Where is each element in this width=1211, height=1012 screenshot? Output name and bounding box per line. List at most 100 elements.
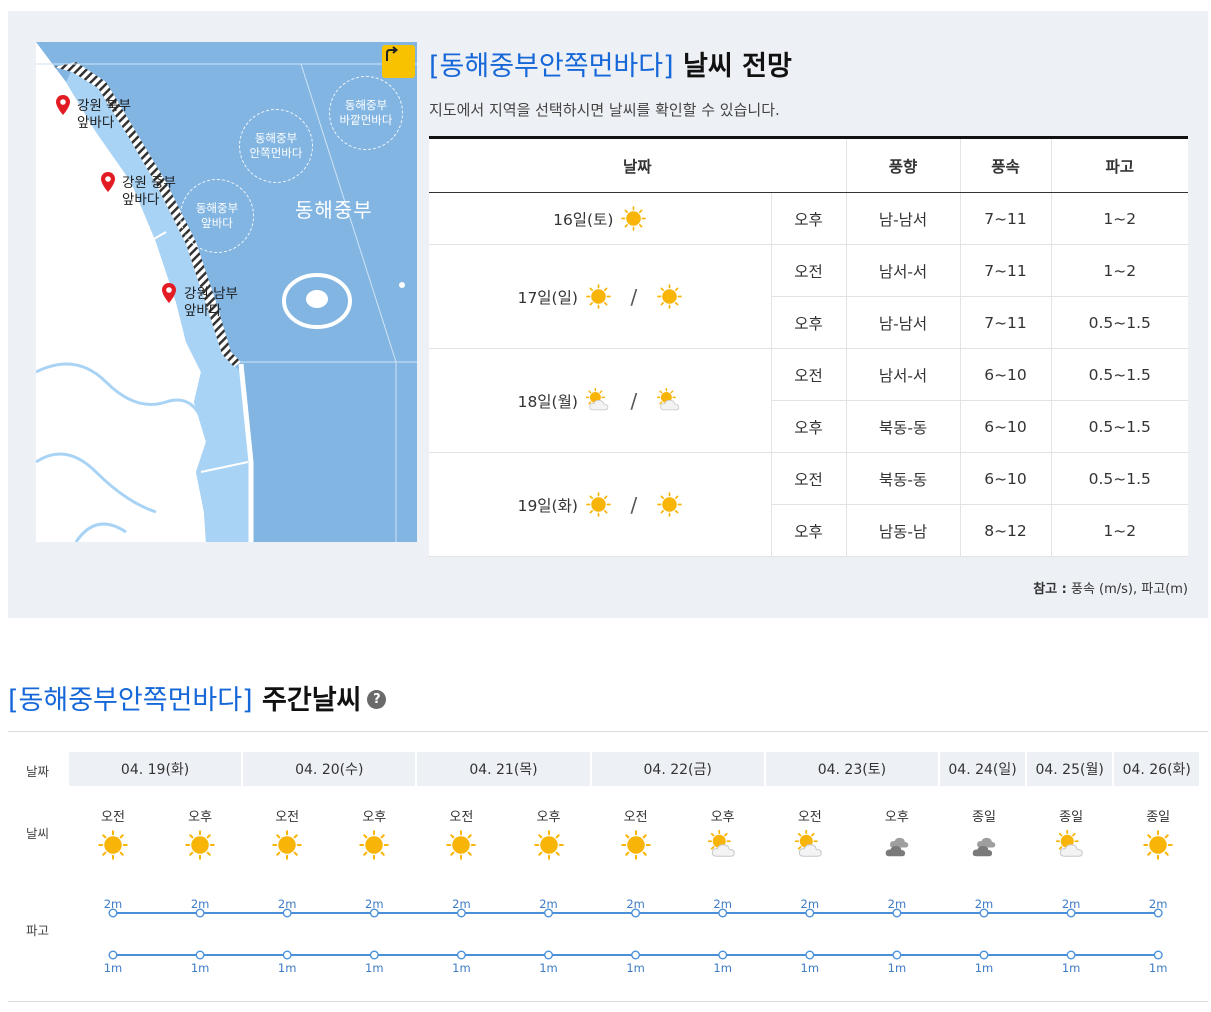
forecast-wind-speed: 7~11 (959, 296, 1051, 349)
wave-max-label: 2m (626, 897, 645, 911)
weekly-weather-slot: 오전 (785, 806, 835, 860)
weekly-icon-wrap (611, 830, 661, 860)
location-pin-icon[interactable] (162, 283, 176, 303)
weekly-date-header: 04. 26(화) (1114, 752, 1200, 786)
wave-max-label: 2m (190, 897, 210, 911)
forecast-wind-speed: 8~12 (959, 504, 1051, 557)
wave-point (718, 950, 728, 960)
unit-note: 참고 : 풍속 (m/s), 파고(m) (0, 578, 1188, 597)
zone-label-line1: 동해중부 (344, 98, 388, 112)
zone-outer-far-sea[interactable]: 동해중부 바깥먼바다 (329, 76, 403, 150)
location-pin-icon[interactable] (56, 95, 70, 115)
wave-min-label: 1m (800, 961, 820, 975)
header-wind-speed: 풍속 (959, 137, 1051, 193)
map-refresh-button[interactable] (382, 45, 415, 78)
icon-separator: / (630, 388, 638, 413)
forecast-date-group: 18일(월) / (518, 388, 682, 413)
weekly-weather-slot: 종일 (1133, 806, 1183, 860)
map-label-gangwon-north[interactable]: 강원 북부 앞바다 (77, 98, 131, 132)
note-text: 풍속 (m/s), 파고(m) (1066, 582, 1188, 597)
wave-point (979, 950, 989, 960)
weekly-period: 오후 (362, 810, 387, 825)
weekly-icon-wrap (1046, 830, 1096, 860)
sunny-icon (359, 830, 390, 860)
weekly-weather-slot: 오전 (262, 806, 312, 860)
forecast-wind-speed: 6~10 (959, 400, 1051, 453)
sunny-icon (1143, 830, 1173, 860)
wave-point (892, 950, 902, 960)
weekly-date-header: 04. 24(일) (940, 752, 1026, 786)
wave-max-label: 2m (365, 897, 384, 911)
forecast-period: 오전 (770, 452, 846, 505)
wave-point (631, 950, 641, 960)
wave-point (805, 950, 815, 960)
sunny-icon (272, 830, 302, 860)
forecast-wind-direction: 남-남서 (845, 296, 960, 349)
forecast-date-group: 17일(일) / (518, 284, 682, 309)
wave-max-label: 2m (974, 897, 994, 911)
map-label-line1: 강원 북부 (77, 98, 131, 114)
forecast-period: 오후 (770, 504, 846, 557)
forecast-table-body: 16일(토) 오후 남-남서 7~11 1~2 17일(일) / 오전 남서-서 7~11 1~2 오… (429, 192, 1188, 557)
weekly-weather-slot: 오전 (611, 806, 661, 860)
header-wave-height: 파고 (1050, 137, 1188, 193)
weekly-icon-wrap (349, 830, 399, 860)
weekly-period: 오후 (536, 810, 561, 825)
weekly-icon-wrap (959, 830, 1009, 860)
weekly-date-header: 04. 20(수) (243, 752, 416, 786)
wave-max-label: 2m (277, 897, 297, 911)
forecast-date: 19일(화) (517, 496, 578, 515)
partly-cloudy-icon (656, 388, 680, 411)
forecast-period: 오후 (770, 296, 846, 349)
weekly-weather-slot: 종일 (959, 806, 1009, 860)
zone-inner-far-sea[interactable]: 동해중부 안쪽먼바다 (239, 109, 313, 183)
forecast-date-group: 16일(토) (553, 206, 647, 231)
wave-max-label: 2m (539, 897, 558, 911)
sunny-icon (657, 284, 682, 309)
wave-point (108, 950, 118, 960)
help-icon[interactable]: ? (367, 690, 387, 709)
sea-area-map[interactable]: 동해중부 동해중부 바깥먼바다 동해중부 안쪽먼바다 동해중부 앞바다 강원 북부 앞바… (36, 42, 417, 542)
forecast-wind-direction: 북동-동 (845, 452, 960, 505)
location-pin-icon[interactable] (101, 172, 115, 192)
header-date: 날짜 (429, 137, 846, 193)
weekly-period: 종일 (1146, 810, 1171, 825)
wave-min-label: 1m (539, 961, 558, 975)
weekly-title: [동해중부안쪽먼바다] 주간날씨? (8, 678, 387, 717)
wave-min-label: 1m (1061, 961, 1081, 975)
map-label-gangwon-south[interactable]: 강원 남부 앞바다 (184, 286, 238, 320)
sunny-icon (657, 492, 682, 517)
forecast-wind-speed: 6~10 (959, 348, 1051, 401)
weekly-period: 오전 (101, 810, 125, 825)
forecast-wave-height: 0.5~1.5 (1050, 400, 1188, 453)
sunny-icon (620, 830, 651, 860)
wave-point (456, 950, 466, 960)
wave-point (282, 950, 292, 960)
weekly-weather-slot: 오후 (175, 806, 225, 860)
zone-label-line2: 앞바다 (201, 216, 233, 230)
weekly-period: 오후 (710, 810, 735, 825)
sunny-icon (586, 284, 611, 309)
zone-coastal-sea[interactable]: 동해중부 앞바다 (180, 179, 254, 253)
wave-max-label: 2m (1148, 897, 1168, 911)
weekly-weather-slot: 오후 (349, 806, 399, 860)
weekly-icon-wrap (1133, 830, 1183, 860)
forecast-wind-speed: 7~11 (959, 192, 1051, 245)
forecast-wind-speed: 6~10 (959, 452, 1051, 505)
weekly-title-area: [동해중부안쪽먼바다] (8, 685, 253, 716)
weekly-date-header: 04. 23(토) (765, 752, 938, 786)
forecast-description: 지도에서 지역을 선택하시면 날씨를 확인할 수 있습니다. (429, 101, 780, 119)
partly-cloudy-icon (1056, 830, 1083, 857)
header-wind-direction: 풍향 (845, 137, 960, 193)
weekly-period: 종일 (972, 810, 996, 825)
wave-max-label: 2m (103, 897, 123, 911)
weekly-period: 오후 (884, 810, 909, 825)
partly-cloudy-icon (707, 830, 735, 857)
wave-point (1153, 950, 1163, 960)
forecast-date-group: 19일(화) / (518, 492, 682, 517)
map-label-gangwon-central[interactable]: 강원 중부 앞바다 (122, 175, 176, 209)
forecast-wave-height: 0.5~1.5 (1050, 296, 1188, 349)
weekly-weather-slot: 오전 (436, 806, 486, 860)
wave-min-label: 1m (190, 961, 210, 975)
weekly-weather-slot: 오후 (872, 806, 922, 860)
